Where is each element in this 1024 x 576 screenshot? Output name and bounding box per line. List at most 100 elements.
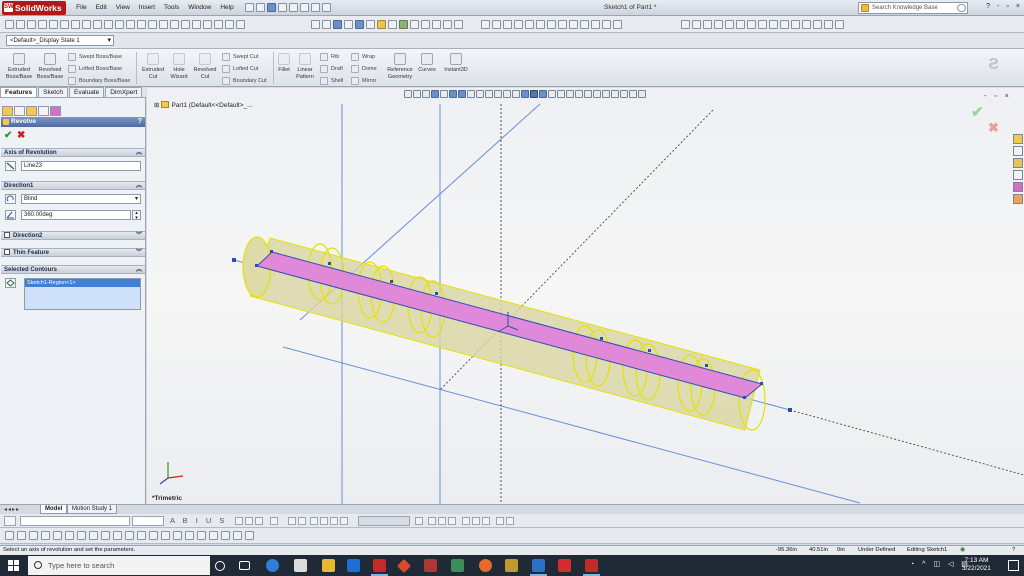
four-view-icon[interactable]: [613, 20, 622, 29]
thin-feature-checkbox[interactable]: [4, 249, 10, 255]
trimetric-view-icon[interactable]: [558, 20, 567, 29]
spline-icon[interactable]: [71, 20, 80, 29]
store-icon[interactable]: [294, 559, 307, 572]
direction2-section-header[interactable]: Direction2 ︾: [1, 231, 145, 240]
rib-button[interactable]: Rib: [320, 53, 339, 61]
right-view-icon[interactable]: [566, 90, 574, 98]
menu-insert[interactable]: Insert: [134, 4, 159, 11]
circle-icon[interactable]: [49, 20, 58, 29]
plane-icon[interactable]: [149, 531, 158, 540]
hide-show-icon[interactable]: [366, 20, 375, 29]
deviation-icon[interactable]: [769, 20, 778, 29]
end-condition-select[interactable]: Blind ▾: [21, 194, 141, 204]
hole-wizard-button[interactable]: Hole Wizard: [167, 53, 191, 80]
import-diagnostics-icon[interactable]: [758, 20, 767, 29]
datum-icon[interactable]: [330, 517, 338, 525]
reference-geometry-button[interactable]: Reference Geometry: [384, 53, 416, 80]
normal-to-icon[interactable]: [580, 20, 589, 29]
dimxpert-manager-icon[interactable]: [38, 106, 49, 116]
model-view[interactable]: [147, 88, 1024, 504]
design-library-icon[interactable]: [1013, 146, 1023, 156]
edit-appearance-icon[interactable]: [377, 20, 386, 29]
file-explorer-taskbar-icon[interactable]: [322, 559, 335, 572]
front-view-icon[interactable]: [539, 90, 547, 98]
solidworks-logo[interactable]: SW SolidWorks: [2, 0, 66, 15]
border-icon[interactable]: [496, 517, 504, 525]
tab-scroll-arrows-icon[interactable]: ◂◂▸▸: [4, 506, 20, 513]
text-tool-icon[interactable]: [137, 531, 146, 540]
line-color-icon[interactable]: [428, 517, 436, 525]
mirror-sketch-icon[interactable]: [170, 20, 179, 29]
justify-icon[interactable]: [270, 517, 278, 525]
line-style-icon[interactable]: [448, 517, 456, 525]
zoom-area-icon[interactable]: [322, 20, 331, 29]
notifications-icon[interactable]: [1008, 560, 1019, 571]
dimension-icon[interactable]: [5, 531, 14, 540]
hide-edge-icon[interactable]: [462, 517, 470, 525]
single-view-icon[interactable]: [591, 20, 600, 29]
tab-dimxpert[interactable]: DimXpert: [105, 87, 143, 97]
tab-sketch[interactable]: Sketch: [38, 87, 68, 97]
tab-evaluate[interactable]: Evaluate: [68, 87, 105, 97]
chamfer-icon[interactable]: [126, 20, 135, 29]
minimize-button[interactable]: -: [997, 3, 999, 10]
isometric-icon[interactable]: [593, 90, 601, 98]
section-view-icon[interactable]: [431, 90, 439, 98]
table-icon[interactable]: [506, 517, 514, 525]
cortana-icon[interactable]: [215, 561, 225, 571]
wrap-button[interactable]: Wrap: [351, 53, 375, 61]
menu-help[interactable]: Help: [216, 4, 238, 11]
font-select[interactable]: [20, 516, 130, 526]
zebra-icon[interactable]: [780, 20, 789, 29]
solidworks-taskbar-icon[interactable]: [371, 559, 388, 576]
fillet-sketch-icon[interactable]: [115, 20, 124, 29]
curves-button[interactable]: Curves: [416, 53, 438, 74]
move-icon[interactable]: [192, 20, 201, 29]
view-orientation-icon[interactable]: [449, 90, 457, 98]
offset-icon[interactable]: [137, 20, 146, 29]
mass-properties-icon[interactable]: [692, 20, 701, 29]
quick-snaps-icon[interactable]: [225, 20, 234, 29]
shell-button[interactable]: Shell: [320, 77, 343, 85]
direction1-section-header[interactable]: Direction1 ︽: [1, 181, 145, 190]
axis-section-header[interactable]: Axis of Revolution ︽: [1, 148, 145, 157]
tab-features[interactable]: Features: [0, 87, 38, 97]
help-button[interactable]: ?: [986, 3, 990, 10]
revolved-cut-button[interactable]: Revolved Cut: [191, 53, 219, 80]
firefox-icon[interactable]: [479, 559, 492, 572]
boundary-boss-button[interactable]: Boundary Boss/Base: [68, 77, 130, 85]
configuration-manager-icon[interactable]: [26, 106, 37, 116]
edge-browser-icon[interactable]: [266, 559, 279, 572]
polygon-icon[interactable]: [65, 531, 74, 540]
contour-item[interactable]: Sketch1-Region<1>: [25, 279, 140, 287]
perspective-icon[interactable]: [443, 20, 452, 29]
undercut-icon[interactable]: [802, 20, 811, 29]
print-icon[interactable]: [278, 3, 288, 12]
layer-select[interactable]: [358, 516, 410, 526]
convert-entities-icon[interactable]: [161, 531, 170, 540]
align-left-icon[interactable]: [235, 517, 243, 525]
display-style-icon[interactable]: [458, 90, 466, 98]
shaded-edges-icon[interactable]: [530, 90, 538, 98]
spline-tool-icon[interactable]: [77, 531, 86, 540]
text-style-icon[interactable]: [4, 516, 16, 526]
direction2-checkbox[interactable]: [4, 232, 10, 238]
offset-entities-icon[interactable]: [173, 531, 182, 540]
view-settings-icon[interactable]: [399, 20, 408, 29]
appearances-icon[interactable]: [1013, 182, 1023, 192]
show-edge-icon[interactable]: [472, 517, 480, 525]
rectangle-tool-icon[interactable]: [29, 531, 38, 540]
menu-file[interactable]: File: [72, 4, 91, 11]
dome-button[interactable]: Dome: [351, 65, 377, 73]
fillet-button[interactable]: Fillet: [275, 53, 293, 74]
task-view-icon[interactable]: [239, 561, 250, 570]
angle-input[interactable]: 360.00deg: [21, 210, 131, 220]
sketch-icon[interactable]: [5, 20, 14, 29]
app-icon[interactable]: [505, 559, 518, 572]
shaded-icon[interactable]: [503, 90, 511, 98]
save-icon[interactable]: [267, 3, 277, 12]
rebuild-icon[interactable]: [311, 3, 321, 12]
edit-appearance-icon[interactable]: [476, 90, 484, 98]
centerline-tool-icon[interactable]: [125, 531, 134, 540]
bottom-view-icon[interactable]: [536, 20, 545, 29]
